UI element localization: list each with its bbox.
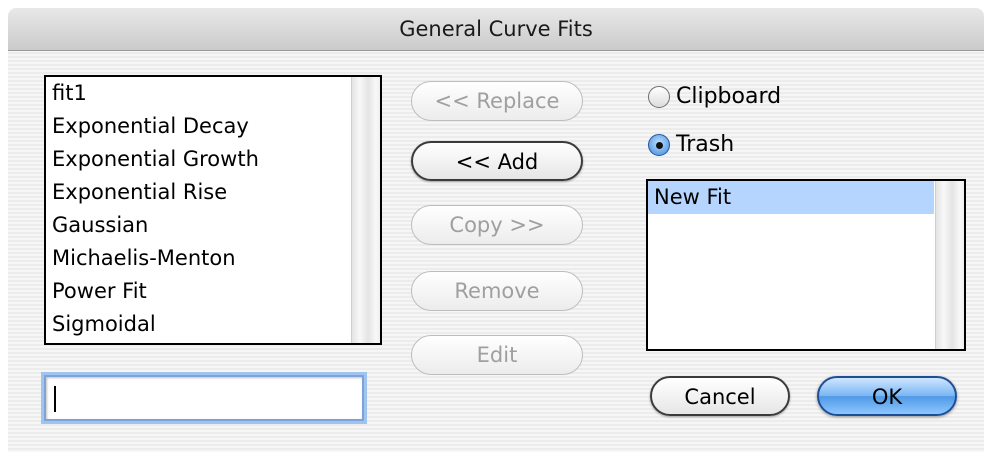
- list-item[interactable]: Gaussian: [46, 209, 350, 242]
- curve-fit-list[interactable]: fit1 Exponential Decay Exponential Growt…: [44, 75, 382, 345]
- ok-button[interactable]: OK: [817, 376, 957, 416]
- title-bar[interactable]: General Curve Fits: [8, 8, 984, 51]
- copy-button[interactable]: Copy >>: [411, 205, 583, 245]
- text-caret: [54, 386, 56, 412]
- destination-list[interactable]: New Fit: [646, 179, 966, 351]
- clipboard-radio-label: Clipboard: [676, 84, 782, 109]
- radio-on-icon: [648, 133, 670, 156]
- curve-fit-list-scrollbar[interactable]: [351, 77, 380, 343]
- clipboard-radio[interactable]: Clipboard: [648, 84, 781, 109]
- list-item[interactable]: Exponential Growth: [46, 143, 350, 176]
- remove-button[interactable]: Remove: [411, 271, 583, 311]
- replace-button[interactable]: << Replace: [411, 81, 583, 121]
- curve-fit-list-items: fit1 Exponential Decay Exponential Growt…: [46, 77, 350, 341]
- list-item[interactable]: Michaelis-Menton: [46, 242, 350, 275]
- destination-list-scrollbar[interactable]: [935, 181, 964, 349]
- list-item[interactable]: Sigmoidal: [46, 308, 350, 341]
- list-item[interactable]: fit1: [46, 77, 350, 110]
- list-item[interactable]: Exponential Rise: [46, 176, 350, 209]
- window-title: General Curve Fits: [399, 17, 593, 41]
- edit-button[interactable]: Edit: [411, 335, 583, 375]
- add-button[interactable]: << Add: [411, 141, 583, 181]
- list-item-selected[interactable]: New Fit: [648, 181, 934, 214]
- dialog-window: General Curve Fits fit1 Exponential Deca…: [8, 8, 984, 452]
- list-item[interactable]: Power Fit: [46, 275, 350, 308]
- cancel-button[interactable]: Cancel: [650, 376, 790, 416]
- fit-name-input[interactable]: [44, 375, 364, 421]
- trash-radio-label: Trash: [676, 132, 735, 157]
- destination-list-items: New Fit: [648, 181, 934, 214]
- list-item[interactable]: Exponential Decay: [46, 110, 350, 143]
- trash-radio[interactable]: Trash: [648, 132, 734, 157]
- radio-off-icon: [648, 85, 670, 108]
